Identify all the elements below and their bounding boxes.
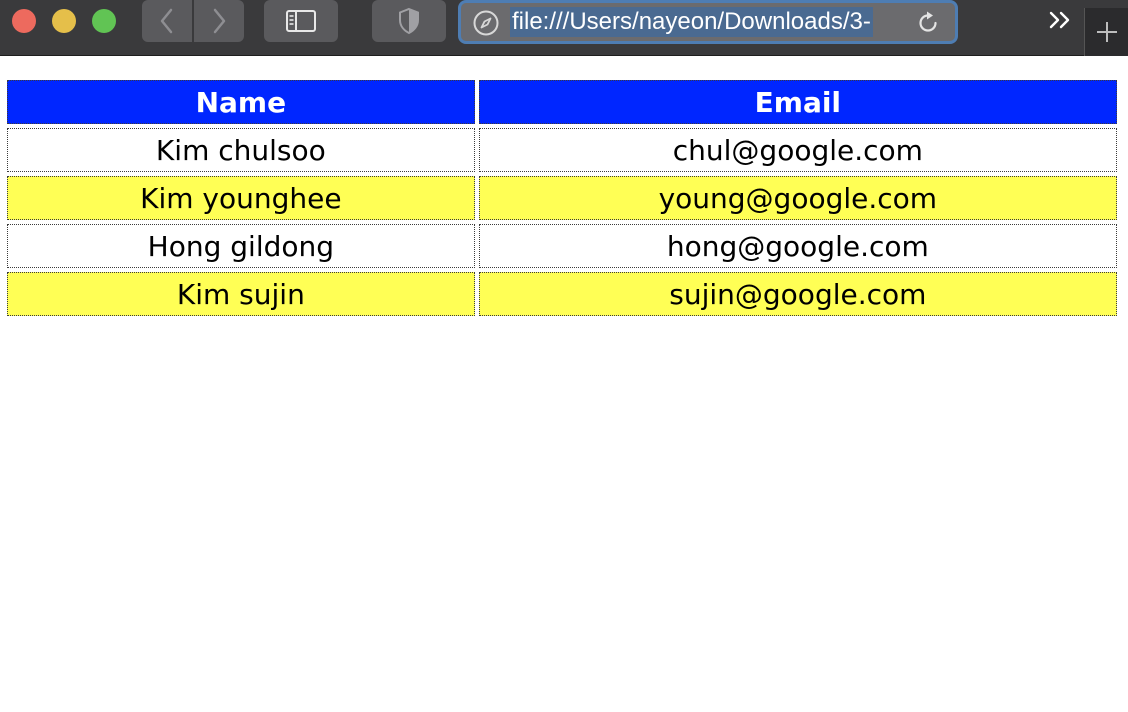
column-header-email: Email <box>478 80 1117 124</box>
email-cell: young@google.com <box>478 176 1117 220</box>
sidebar-icon <box>286 10 316 32</box>
name-cell: Kim sujin <box>7 272 475 316</box>
double-chevron-right-icon[interactable] <box>1046 8 1074 32</box>
privacy-report-button[interactable] <box>372 0 446 42</box>
page-content: Name Email Kim chulsoo chul@google.com K… <box>0 56 1128 320</box>
minimize-window-button[interactable] <box>52 9 76 33</box>
close-window-button[interactable] <box>12 9 36 33</box>
table-row: Kim sujin sujin@google.com <box>7 272 1117 316</box>
name-cell: Kim younghee <box>7 176 475 220</box>
sidebar-toggle-button[interactable] <box>264 0 338 42</box>
table-row: Hong gildong hong@google.com <box>7 224 1117 268</box>
email-cell: chul@google.com <box>478 128 1117 172</box>
table-header-row: Name Email <box>7 80 1117 124</box>
shield-icon <box>399 7 419 35</box>
url-text[interactable]: file:///Users/nayeon/Downloads/3- <box>510 7 873 37</box>
email-cell: hong@google.com <box>478 224 1117 268</box>
column-header-name: Name <box>7 80 475 124</box>
reload-icon[interactable] <box>915 10 941 36</box>
people-table: Name Email Kim chulsoo chul@google.com K… <box>3 76 1121 320</box>
back-button[interactable] <box>142 0 192 42</box>
email-cell: sujin@google.com <box>478 272 1117 316</box>
zoom-window-button[interactable] <box>92 9 116 33</box>
forward-button[interactable] <box>194 0 244 42</box>
browser-toolbar: file:///Users/nayeon/Downloads/3- <box>0 0 1128 56</box>
chevron-right-icon <box>213 8 226 34</box>
name-cell: Hong gildong <box>7 224 475 268</box>
table-row: Kim younghee young@google.com <box>7 176 1117 220</box>
plus-icon <box>1096 22 1117 42</box>
chevron-left-icon <box>160 8 173 34</box>
address-bar[interactable]: file:///Users/nayeon/Downloads/3- <box>458 0 958 44</box>
table-row: Kim chulsoo chul@google.com <box>7 128 1117 172</box>
compass-icon <box>473 10 499 36</box>
new-tab-button[interactable] <box>1084 8 1128 56</box>
name-cell: Kim chulsoo <box>7 128 475 172</box>
